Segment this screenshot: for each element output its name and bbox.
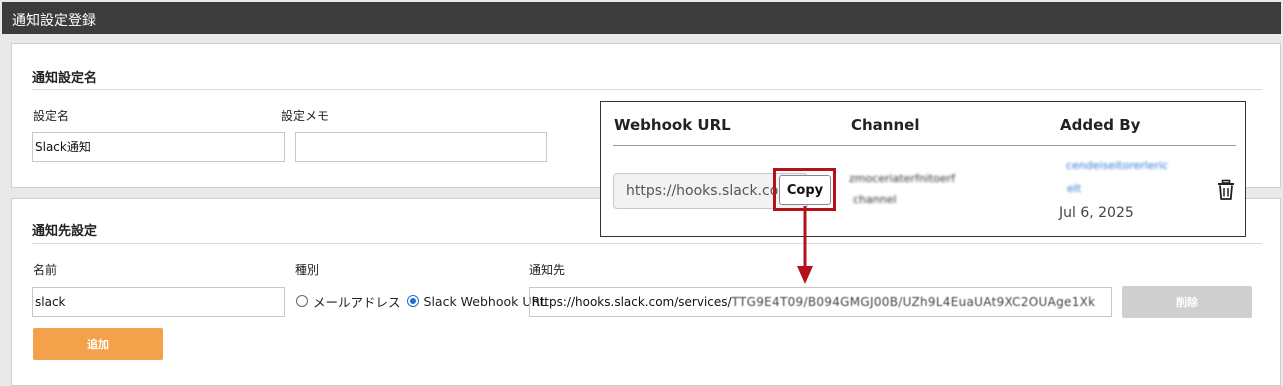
trash-icon[interactable] [1216, 179, 1236, 201]
setting-name-input[interactable]: Slack通知 [32, 132, 285, 162]
section-title-notify-name: 通知設定名 [32, 71, 98, 86]
destination-address-input[interactable]: https://hooks.slack.com/services/TTG9E4T… [529, 287, 1112, 317]
destination-url-visible: https://hooks.slack.com/services/ [532, 295, 732, 309]
destination-name-input[interactable]: slack [32, 287, 285, 317]
channel-name-line-2: channel [853, 193, 897, 206]
added-date: Jul 6, 2025 [1059, 205, 1134, 221]
radio-slack-webhook[interactable] [406, 295, 419, 307]
column-header-webhook-url: Webhook URL [614, 116, 731, 134]
destination-url-obscured: TTG9E4T09/B094GMGJ00B/UZh9L4EuaUAt9XC2OU… [731, 295, 1096, 309]
added-by-line-2[interactable]: elt [1067, 178, 1081, 200]
setting-name-label: 設定名 [33, 109, 70, 123]
page-title: 通知設定登録 [12, 13, 96, 29]
channel-name-line-1: zmoceriaterfnitoerf [849, 172, 956, 185]
radio-email-label[interactable]: メールアドレス [313, 292, 401, 311]
destination-name-label: 名前 [33, 263, 58, 277]
section-divider [32, 243, 1262, 244]
add-button[interactable]: 追加 [33, 328, 163, 360]
setting-memo-input[interactable] [295, 132, 547, 162]
radio-email[interactable] [296, 295, 308, 307]
section-title-destination: 通知先設定 [32, 224, 98, 239]
column-header-added-by: Added By [1060, 116, 1141, 134]
setting-memo-label: 設定メモ [281, 109, 330, 123]
added-by-line-1[interactable]: cendeiseitorerleric [1066, 155, 1168, 177]
copy-button[interactable]: Copy [779, 175, 831, 205]
arrow-down-icon [797, 206, 813, 284]
destination-type-radio-group: メールアドレス Slack Webhook URL [296, 291, 553, 311]
header-divider [613, 145, 1236, 146]
destination-type-label: 種別 [295, 263, 320, 277]
destination-address-label: 通知先 [529, 263, 566, 277]
column-header-channel: Channel [851, 116, 920, 134]
page-title-bar: 通知設定登録 [2, 2, 1281, 34]
webhook-popover: Webhook URL Channel Added By https://hoo… [600, 101, 1246, 237]
delete-button[interactable]: 削除 [1122, 286, 1252, 318]
section-divider [32, 89, 1262, 90]
